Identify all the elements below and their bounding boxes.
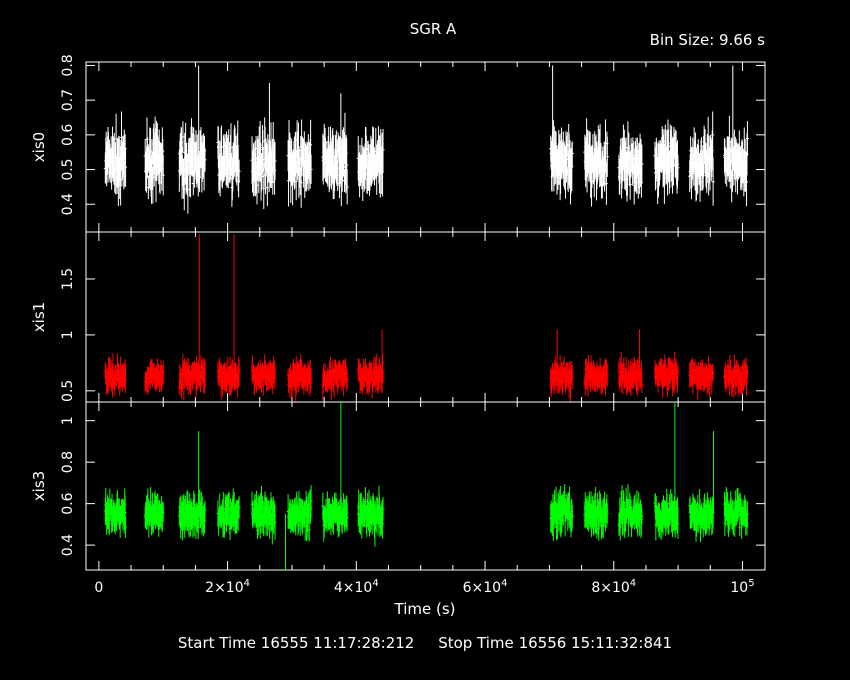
plot-area: 0.4 0.5 0.6 0.7 0.8 xis0 0.5 1 1.5 xis1 0.4 0.6 0.8 1…	[30, 54, 766, 596]
stop-time-label: Stop Time	[438, 634, 514, 652]
y-tick-label: 1	[60, 330, 76, 339]
x-tick-label: 2×104	[205, 578, 250, 596]
y-tick-label: 0.7	[60, 89, 76, 111]
y-tick-label: 0.5	[60, 158, 76, 180]
light-curve-chart: SGR A Bin Size: 9.66 s Time (s) 0.40.50.…	[30, 20, 766, 618]
y-tick-label: 0.6	[60, 124, 76, 146]
chart-title: SGR A	[410, 20, 457, 38]
y-tick-label: 0.5	[60, 380, 76, 402]
y-tick-label: 0.6	[60, 492, 76, 514]
stop-time-value: 16556 15:11:32:841	[518, 634, 673, 652]
series-label-xis1: xis1	[30, 302, 48, 332]
x-tick-label: 8×104	[591, 578, 636, 596]
series-label-xis3: xis3	[30, 471, 48, 501]
start-time-value: 16555 11:17:28:212	[260, 634, 415, 652]
x-tick-label: 6×104	[463, 578, 508, 596]
x-axis-label: Time (s)	[394, 600, 456, 618]
series-label-xis0: xis0	[30, 132, 48, 162]
bin-size-label: Bin Size: 9.66 s	[650, 31, 766, 49]
start-time-label: Start Time	[177, 634, 257, 652]
panel-frame-xis3	[85, 401, 766, 571]
x-tick-label: 4×104	[334, 578, 379, 596]
x-tick-label: 0	[94, 580, 103, 596]
time-range-footer: Start Time 16555 11:17:28:212 Stop Time …	[0, 634, 850, 652]
y-tick-label: 1.5	[60, 268, 76, 290]
y-tick-label: 0.4	[60, 193, 76, 215]
y-tick-label: 0.8	[60, 54, 76, 76]
y-tick-label: 0.4	[60, 534, 76, 556]
y-tick-label: 0.8	[60, 451, 76, 473]
y-tick-label: 1	[60, 416, 76, 425]
x-tick-label: 105	[730, 578, 754, 596]
